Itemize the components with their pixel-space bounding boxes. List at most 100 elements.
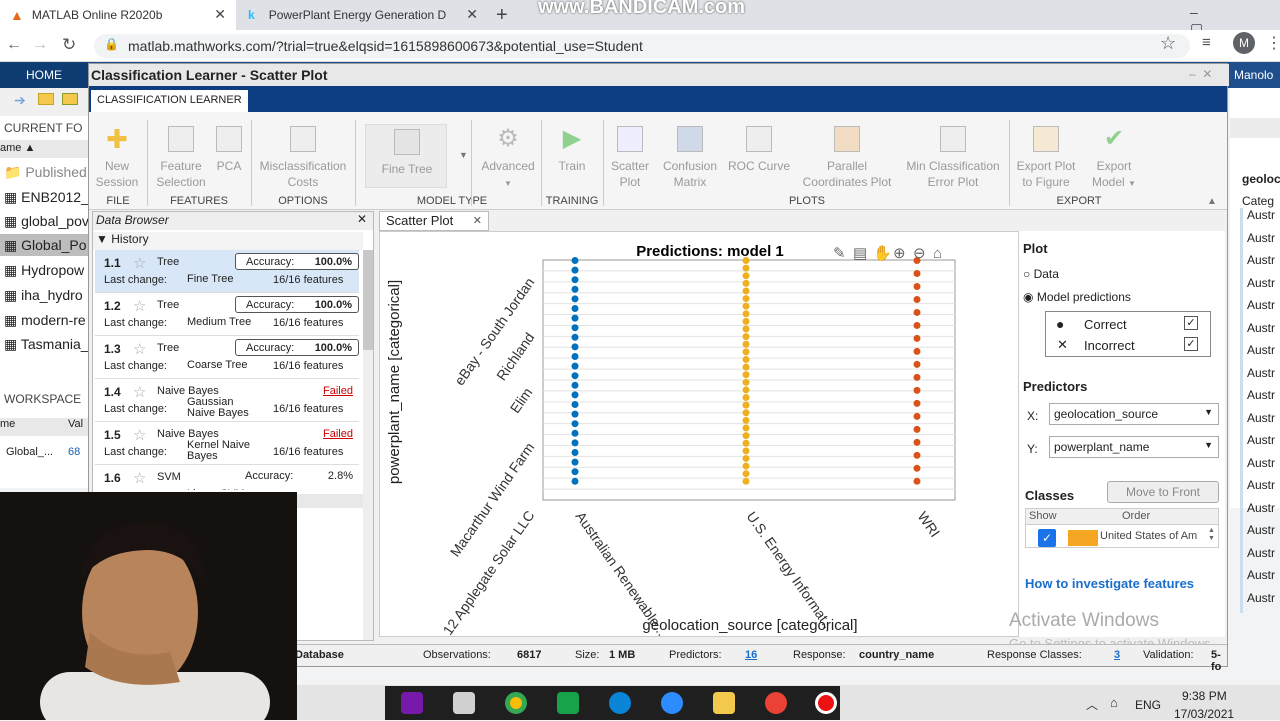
app-icon[interactable]: [453, 692, 475, 714]
column-cell[interactable]: Austr: [1240, 523, 1280, 546]
column-cell[interactable]: Austr: [1240, 455, 1280, 478]
axes-toolbar-icon[interactable]: ▤: [853, 245, 867, 262]
axes-toolbar-icon[interactable]: ⌂: [933, 245, 942, 262]
language-indicator[interactable]: ENG: [1135, 698, 1161, 712]
scrollbar-thumb[interactable]: [363, 250, 373, 350]
browser-tab-kaggle[interactable]: k PowerPlant Energy Generation D ✕: [238, 0, 488, 30]
model-gallery[interactable]: Fine Tree: [365, 124, 447, 188]
collapse-toolstrip-icon[interactable]: ▲: [1207, 196, 1217, 207]
model-history-item[interactable]: 1.4 ☆ Naive Bayes Failed Last change: Gaussia…: [95, 379, 359, 422]
confusion-matrix-button[interactable]: Confusion Matrix: [659, 126, 721, 190]
response-classes-link[interactable]: 3: [1114, 649, 1120, 661]
model-history-item[interactable]: 1.6 ☆ SVM Accuracy: 2.8% Last change: Linear S…: [95, 465, 359, 490]
model-history-item[interactable]: 1.3 ☆ Tree Accuracy: 100.0% Last change: Coars…: [95, 336, 359, 379]
star-icon[interactable]: ☆: [133, 383, 146, 401]
clock-date[interactable]: 17/03/2021: [1174, 707, 1234, 721]
predictors-link[interactable]: 16: [745, 649, 757, 661]
record-icon[interactable]: [815, 692, 837, 714]
class-show-checkbox[interactable]: ✓: [1038, 529, 1056, 547]
fine-tree-button[interactable]: Fine Tree: [368, 129, 446, 177]
file-item[interactable]: ▦ iha_hydro: [4, 287, 83, 304]
edge-icon[interactable]: [609, 692, 631, 714]
star-icon[interactable]: ☆: [133, 469, 146, 487]
close-icon[interactable]: ✕: [473, 214, 482, 227]
chrome-profile-icon[interactable]: [765, 692, 787, 714]
failed-link[interactable]: Failed: [323, 385, 353, 397]
file-item[interactable]: ▦ modern-re: [4, 312, 86, 329]
zoom-icon[interactable]: [661, 692, 683, 714]
column-cell[interactable]: Austr: [1240, 208, 1280, 231]
column-cell[interactable]: Austr: [1240, 388, 1280, 411]
history-scrollbar[interactable]: [363, 250, 373, 640]
column-cell[interactable]: Austr: [1240, 275, 1280, 298]
forward-icon[interactable]: →: [32, 36, 48, 54]
reading-list-icon[interactable]: ≡: [1202, 34, 1211, 51]
browser-tab-matlab[interactable]: ▲ MATLAB Online R2020b ✕: [0, 0, 236, 30]
home-tab[interactable]: HOME: [0, 62, 88, 88]
star-icon[interactable]: ☆: [133, 254, 146, 272]
roc-curve-button[interactable]: ROC Curve: [727, 126, 791, 174]
gallery-expand-icon[interactable]: ▼: [459, 150, 468, 160]
axes-toolbar-icon[interactable]: ✋: [873, 244, 892, 262]
data-radio[interactable]: ○ Data: [1023, 267, 1059, 281]
column-cell[interactable]: Austr: [1240, 253, 1280, 276]
column-cell[interactable]: Austr: [1240, 478, 1280, 501]
move-to-front-button[interactable]: Move to Front: [1107, 481, 1219, 503]
y-predictor-select[interactable]: powerplant_name ▼: [1049, 436, 1219, 458]
scatter-plot-button[interactable]: Scatter Plot: [609, 126, 651, 190]
reload-icon[interactable]: ↻: [62, 35, 76, 55]
column-cell[interactable]: Austr: [1240, 230, 1280, 253]
file-item[interactable]: ▦ global_pov: [4, 213, 89, 230]
star-icon[interactable]: ☆: [133, 297, 146, 315]
file-item[interactable]: ▦ Tasmania_: [4, 336, 89, 353]
investigate-features-link[interactable]: How to investigate features: [1025, 576, 1194, 591]
model-history-item[interactable]: 1.2 ☆ Tree Accuracy: 100.0% Last change: Mediu…: [95, 293, 359, 336]
star-icon[interactable]: ☆: [133, 340, 146, 358]
feature-selection-button[interactable]: Feature Selection: [153, 126, 209, 190]
file-item[interactable]: 📁 Published: [4, 164, 87, 181]
network-icon[interactable]: ⌂: [1110, 695, 1118, 710]
export-plot-button[interactable]: Export Plot to Figure: [1013, 126, 1079, 190]
column-cell[interactable]: Austr: [1240, 568, 1280, 591]
file-item[interactable]: ▦ ENB2012_: [4, 189, 89, 206]
clock-time[interactable]: 9:38 PM: [1182, 689, 1227, 703]
sheets-icon[interactable]: [557, 692, 579, 714]
file-explorer-icon[interactable]: [713, 692, 735, 714]
misclassification-costs-button[interactable]: Misclassification Costs: [257, 126, 349, 190]
model-history-item[interactable]: 1.1 ☆ Tree Accuracy: 100.0% Last change: Fine …: [95, 250, 359, 293]
file-item[interactable]: ▦ Hydropow: [4, 262, 84, 279]
url-input[interactable]: matlab.mathworks.com/?trial=true&elqsid=…: [94, 34, 1190, 58]
advanced-button[interactable]: ⚙ Advanced ▼: [477, 126, 539, 192]
model-history-item[interactable]: 1.5 ☆ Naive Bayes Failed Last change: Kernel …: [95, 422, 359, 465]
history-section-header[interactable]: ▼ History: [93, 232, 363, 250]
onenote-icon[interactable]: [401, 692, 423, 714]
tray-chevron-icon[interactable]: ︿: [1086, 696, 1098, 713]
chrome-icon[interactable]: [505, 692, 527, 714]
train-button[interactable]: ▶ Train: [547, 126, 597, 174]
file-item-selected[interactable]: ▦ Global_Po: [0, 234, 90, 256]
x-predictor-select[interactable]: geolocation_source ▼: [1049, 403, 1219, 425]
class-color-swatch[interactable]: [1068, 530, 1098, 546]
close-tab-icon[interactable]: ✕: [214, 6, 226, 23]
spinner-icon[interactable]: ▲ ▼: [1208, 527, 1215, 543]
browse-folder-icon[interactable]: [62, 93, 78, 105]
menu-icon[interactable]: ⋮: [1266, 33, 1280, 53]
column-cell[interactable]: Austr: [1240, 343, 1280, 366]
user-name[interactable]: Manolo: [1228, 62, 1280, 88]
column-cell[interactable]: Austr: [1240, 500, 1280, 523]
column-cell[interactable]: Austr: [1240, 590, 1280, 613]
model-predictions-radio[interactable]: ◉ Model predictions: [1023, 290, 1131, 304]
column-cell[interactable]: Austr: [1240, 433, 1280, 456]
column-cell[interactable]: Austr: [1240, 410, 1280, 433]
new-tab-button[interactable]: +: [496, 4, 508, 27]
column-cell[interactable]: Austr: [1240, 365, 1280, 388]
star-icon[interactable]: ☆: [133, 426, 146, 444]
correct-checkbox[interactable]: ✓: [1184, 316, 1198, 330]
close-icon[interactable]: ✕: [357, 212, 367, 226]
axes-toolbar-icon[interactable]: ⊕: [893, 245, 906, 262]
back-icon[interactable]: ←: [6, 36, 22, 54]
parallel-coordinates-button[interactable]: Parallel Coordinates Plot: [797, 126, 897, 190]
incorrect-checkbox[interactable]: ✓: [1184, 337, 1198, 351]
ribbon-tab-classification-learner[interactable]: CLASSIFICATION LEARNER: [91, 90, 248, 112]
axes-toolbar-icon[interactable]: ⊖: [913, 245, 926, 262]
